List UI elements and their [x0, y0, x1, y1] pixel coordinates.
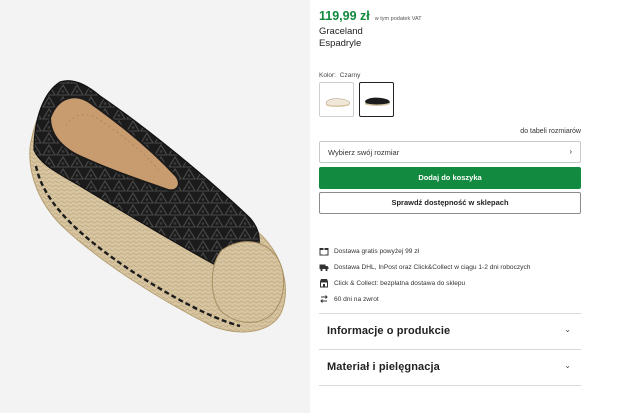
color-value: Czarny [339, 72, 361, 79]
price-row: 119,99 zł w tym podatek VAT [319, 9, 422, 23]
accordion-material-care[interactable]: Materiał i pielęgnacja ⌄ [319, 350, 581, 384]
product-panel: 119,99 zł w tym podatek VAT Graceland Es… [319, 0, 581, 413]
divider [319, 385, 581, 386]
gift-icon [319, 248, 329, 256]
accordion-label: Materiał i pielęgnacja [327, 361, 440, 373]
chevron-down-icon: ⌄ [564, 325, 571, 334]
color-label-text: Kolor: [319, 72, 336, 79]
size-guide-link[interactable]: do tabeli rozmiarów [520, 128, 581, 135]
size-select[interactable]: Wybierz swój rozmiar › [319, 141, 581, 163]
accordion-product-info[interactable]: Informacje o produkcie ⌄ [319, 314, 581, 348]
vat-note: w tym podatek VAT [374, 16, 422, 22]
info-text: Click & Collect: bezpłatna dostawa do sk… [334, 279, 466, 287]
info-returns: 60 dni na zwrot [319, 291, 581, 307]
info-text: Dostawa gratis powyżej 99 zł [334, 247, 420, 255]
beige-shoe-thumbnail [325, 98, 351, 107]
info-text: Dostawa DHL, InPost oraz Click&Collect w… [334, 263, 531, 271]
brand-name[interactable]: Graceland [319, 26, 363, 37]
accordion-label: Informacje o produkcie [327, 325, 451, 337]
store-icon [320, 279, 328, 288]
delivery-info-list: Dostawa gratis powyżej 99 zł Dostawa DHL… [319, 243, 581, 307]
product-image[interactable] [0, 0, 310, 413]
add-to-cart-button[interactable]: Dodaj do koszyka [319, 167, 581, 189]
swatch-black[interactable] [359, 82, 394, 117]
chevron-right-icon: › [569, 147, 572, 156]
check-store-availability-button[interactable]: Sprawdź dostępność w sklepach [319, 192, 581, 214]
color-label: Kolor: Czarny [319, 72, 360, 79]
espadrille-illustration [29, 80, 286, 333]
info-delivery-carriers: Dostawa DHL, InPost oraz Click&Collect w… [319, 259, 581, 275]
info-text: 60 dni na zwrot [334, 295, 379, 303]
black-shoe-thumbnail [365, 97, 390, 106]
truck-icon [319, 264, 329, 272]
info-free-delivery: Dostawa gratis powyżej 99 zł [319, 243, 581, 259]
swatch-beige[interactable] [319, 82, 354, 117]
product-name: Espadryle [319, 38, 362, 49]
size-select-label: Wybierz swój rozmiar [328, 148, 400, 157]
price: 119,99 zł [319, 9, 370, 23]
return-icon [320, 295, 328, 303]
info-click-collect: Click & Collect: bezpłatna dostawa do sk… [319, 275, 581, 291]
chevron-down-icon: ⌄ [564, 361, 571, 370]
